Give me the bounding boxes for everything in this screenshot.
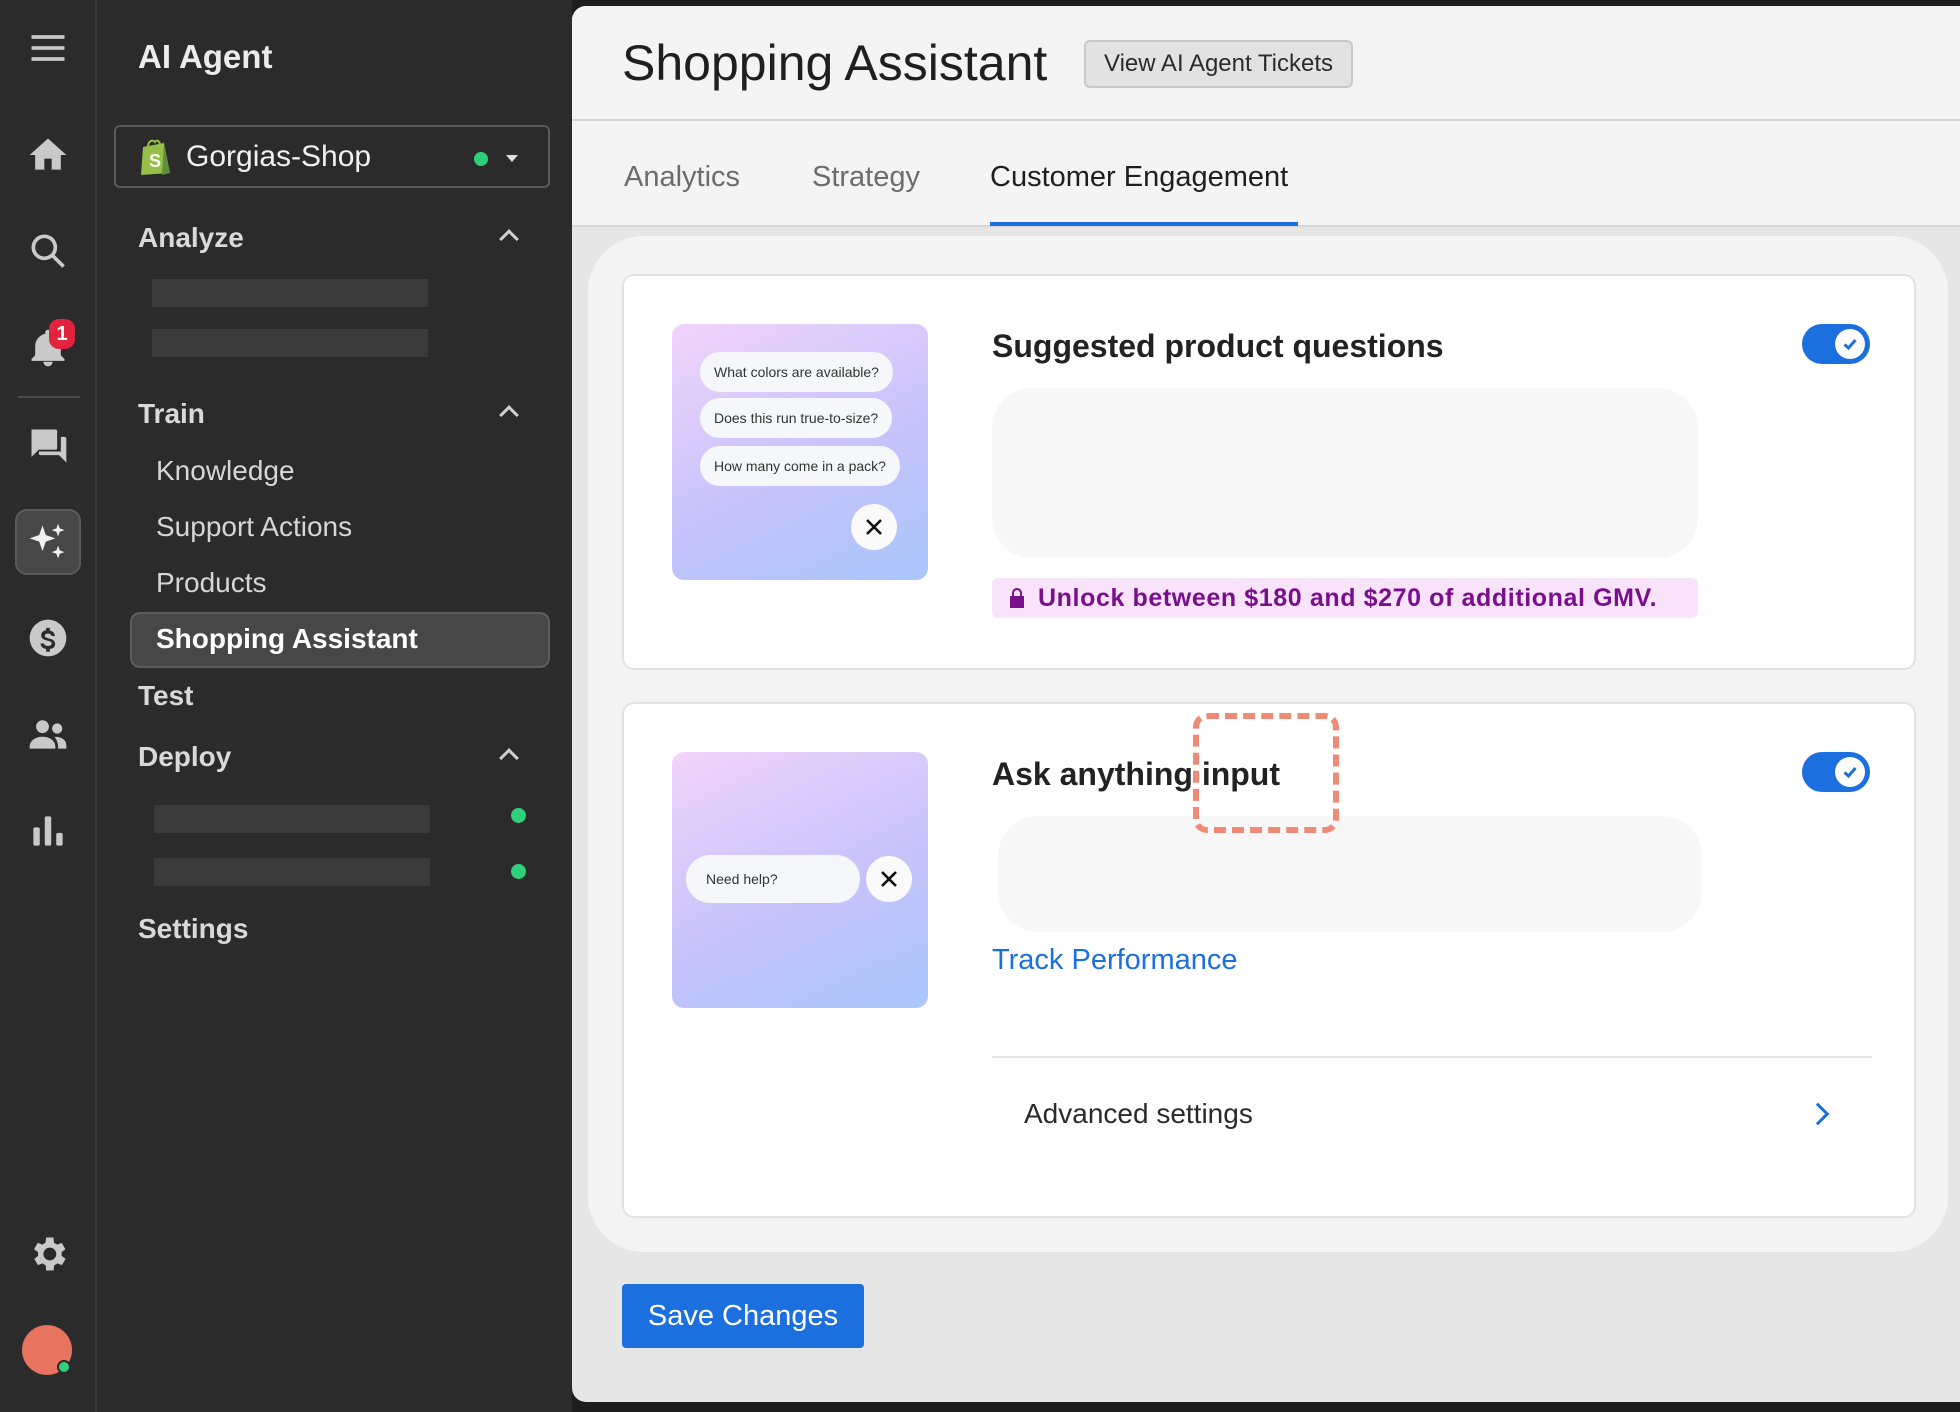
redacted-item xyxy=(154,858,430,886)
view-tickets-button[interactable]: View AI Agent Tickets xyxy=(1084,40,1354,88)
redacted-item xyxy=(152,279,428,307)
gmv-unlock-banner: Unlock between $180 and $270 of addition… xyxy=(992,578,1698,618)
preview-chip: What colors are available? xyxy=(700,352,893,392)
chevron-up-icon[interactable] xyxy=(499,405,519,425)
main-content: Shopping Assistant View AI Agent Tickets… xyxy=(572,6,1960,1402)
page-title: Shopping Assistant xyxy=(622,35,1048,91)
ask-anything-toggle[interactable] xyxy=(1802,752,1870,792)
close-icon xyxy=(866,856,912,902)
nav-section-settings[interactable]: Settings xyxy=(138,913,248,945)
chevron-up-icon[interactable] xyxy=(499,748,519,768)
status-dot xyxy=(511,808,526,823)
nav-title: AI Agent xyxy=(138,38,273,75)
bell-icon[interactable]: 1 xyxy=(15,315,81,381)
lock-icon xyxy=(1010,588,1024,608)
redacted-item xyxy=(154,805,430,833)
advanced-settings-row[interactable]: Advanced settings xyxy=(992,1058,1872,1170)
chevron-up-icon[interactable] xyxy=(499,229,519,249)
suggested-questions-toggle[interactable] xyxy=(1802,324,1870,364)
check-icon xyxy=(1843,767,1857,779)
suggested-questions-card: What colors are available? Does this run… xyxy=(622,274,1916,670)
active-tab-indicator xyxy=(990,222,1298,226)
tab-analytics[interactable]: Analytics xyxy=(624,161,740,194)
track-performance-link[interactable]: Track Performance xyxy=(992,944,1238,977)
notification-badge: 1 xyxy=(49,319,75,349)
advanced-settings-label: Advanced settings xyxy=(1024,1098,1253,1129)
preview-chip: How many come in a pack? xyxy=(700,446,900,486)
icon-rail: 1 xyxy=(0,0,97,1412)
nav-item-products[interactable]: Products xyxy=(156,567,267,599)
nav-section-test[interactable]: Test xyxy=(138,680,194,712)
highlight-annotation xyxy=(1193,713,1339,833)
rail-divider xyxy=(18,396,80,398)
nav-item-shopping-assistant[interactable]: Shopping Assistant xyxy=(156,623,418,655)
bar-chart-icon[interactable] xyxy=(15,798,81,864)
nav-section-train[interactable]: Train xyxy=(138,398,205,430)
nav-panel: AI Agent S Gorgias-Shop Analyze Train Kn… xyxy=(97,0,572,1412)
tab-customer-engagement[interactable]: Customer Engagement xyxy=(990,161,1288,194)
card-title: Suggested product questions xyxy=(992,328,1444,364)
menu-icon[interactable] xyxy=(15,15,81,81)
store-name: Gorgias-Shop xyxy=(186,139,372,173)
dollar-icon[interactable] xyxy=(15,605,81,671)
sparkles-icon[interactable] xyxy=(15,509,81,575)
check-icon xyxy=(1843,339,1857,351)
nav-item-support-actions[interactable]: Support Actions xyxy=(156,511,352,543)
chevron-right-icon xyxy=(1806,1102,1830,1126)
store-status-dot xyxy=(474,152,488,166)
toggle-knob xyxy=(1835,757,1865,787)
svg-text:S: S xyxy=(149,151,161,171)
nav-section-deploy[interactable]: Deploy xyxy=(138,741,231,773)
tab-bar: Analytics Strategy Customer Engagement xyxy=(572,121,1960,227)
close-icon xyxy=(851,504,897,550)
gear-icon[interactable] xyxy=(15,1221,81,1287)
gmv-banner-text: Unlock between $180 and $270 of addition… xyxy=(1038,583,1658,612)
nav-item-knowledge[interactable]: Knowledge xyxy=(156,455,295,487)
shopify-logo-icon: S xyxy=(141,139,170,175)
ask-anything-preview: Need help? xyxy=(672,752,928,1008)
home-icon[interactable] xyxy=(15,122,81,188)
users-icon[interactable] xyxy=(15,701,81,767)
description-placeholder xyxy=(992,388,1698,558)
online-status-dot xyxy=(57,1360,71,1374)
app-window: 1 AI Agent S Gorgias-Shop Analyze Train … xyxy=(0,0,1960,1412)
description-placeholder xyxy=(998,816,1702,932)
page-header: Shopping Assistant View AI Agent Tickets xyxy=(572,6,1960,121)
store-selector[interactable]: S Gorgias-Shop xyxy=(114,125,550,188)
suggested-questions-preview: What colors are available? Does this run… xyxy=(672,324,928,580)
preview-chip: Need help? xyxy=(686,855,860,903)
chat-icon[interactable] xyxy=(15,413,81,479)
preview-chip: Does this run true-to-size? xyxy=(700,398,893,438)
toggle-knob xyxy=(1835,329,1865,359)
redacted-item xyxy=(152,329,428,357)
status-dot xyxy=(511,864,526,879)
tab-strategy[interactable]: Strategy xyxy=(812,161,920,194)
save-changes-button[interactable]: Save Changes xyxy=(622,1284,864,1348)
nav-section-analyze[interactable]: Analyze xyxy=(138,222,244,254)
caret-down-icon xyxy=(506,155,518,162)
search-icon[interactable] xyxy=(15,218,81,284)
